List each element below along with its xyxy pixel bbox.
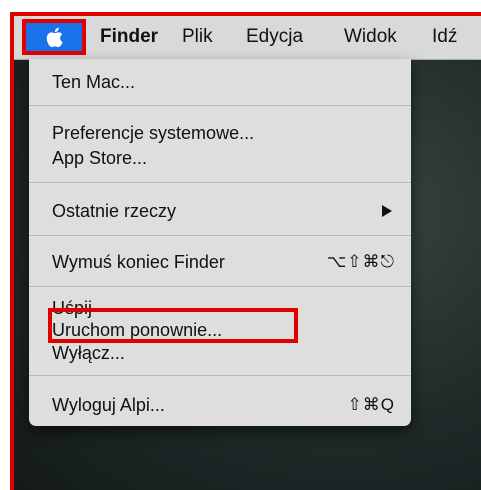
menu-separator bbox=[29, 375, 411, 376]
menu-item-system-preferences[interactable]: Preferencje systemowe... bbox=[52, 122, 254, 144]
menu-separator bbox=[29, 286, 411, 287]
menu-bar: Finder Plik Edycja Widok Idź bbox=[14, 16, 481, 60]
menubar-file[interactable]: Plik bbox=[182, 25, 213, 49]
menu-separator bbox=[29, 182, 411, 183]
apple-menu-dropdown: Ten Mac... Preferencje systemowe... App … bbox=[29, 59, 411, 426]
submenu-arrow-icon bbox=[382, 205, 392, 217]
apple-logo-icon bbox=[46, 27, 63, 47]
log-out-shortcut: ⇧⌘Q bbox=[347, 395, 395, 414]
menubar-go[interactable]: Idź bbox=[432, 25, 457, 49]
menubar-finder[interactable]: Finder bbox=[100, 25, 158, 49]
force-quit-shortcut: ⌥⇧⌘⎋ bbox=[326, 252, 395, 271]
annotated-screenshot: Finder Plik Edycja Widok Idź Ten Mac... … bbox=[10, 12, 481, 490]
menubar-view[interactable]: Widok bbox=[344, 25, 397, 49]
restart-highlight-box bbox=[48, 308, 298, 343]
menubar-edit[interactable]: Edycja bbox=[246, 25, 303, 49]
menu-item-app-store[interactable]: App Store... bbox=[52, 147, 147, 169]
apple-menu-button[interactable] bbox=[22, 19, 86, 55]
menu-item-log-out[interactable]: Wyloguj Alpi... bbox=[52, 394, 165, 416]
menu-item-force-quit[interactable]: Wymuś koniec Finder bbox=[52, 251, 225, 273]
menu-separator bbox=[29, 105, 411, 106]
menu-separator bbox=[29, 235, 411, 236]
menu-item-shut-down[interactable]: Wyłącz... bbox=[52, 342, 125, 364]
menu-item-recent-items[interactable]: Ostatnie rzeczy bbox=[52, 200, 176, 222]
menu-item-about-this-mac[interactable]: Ten Mac... bbox=[52, 71, 135, 93]
